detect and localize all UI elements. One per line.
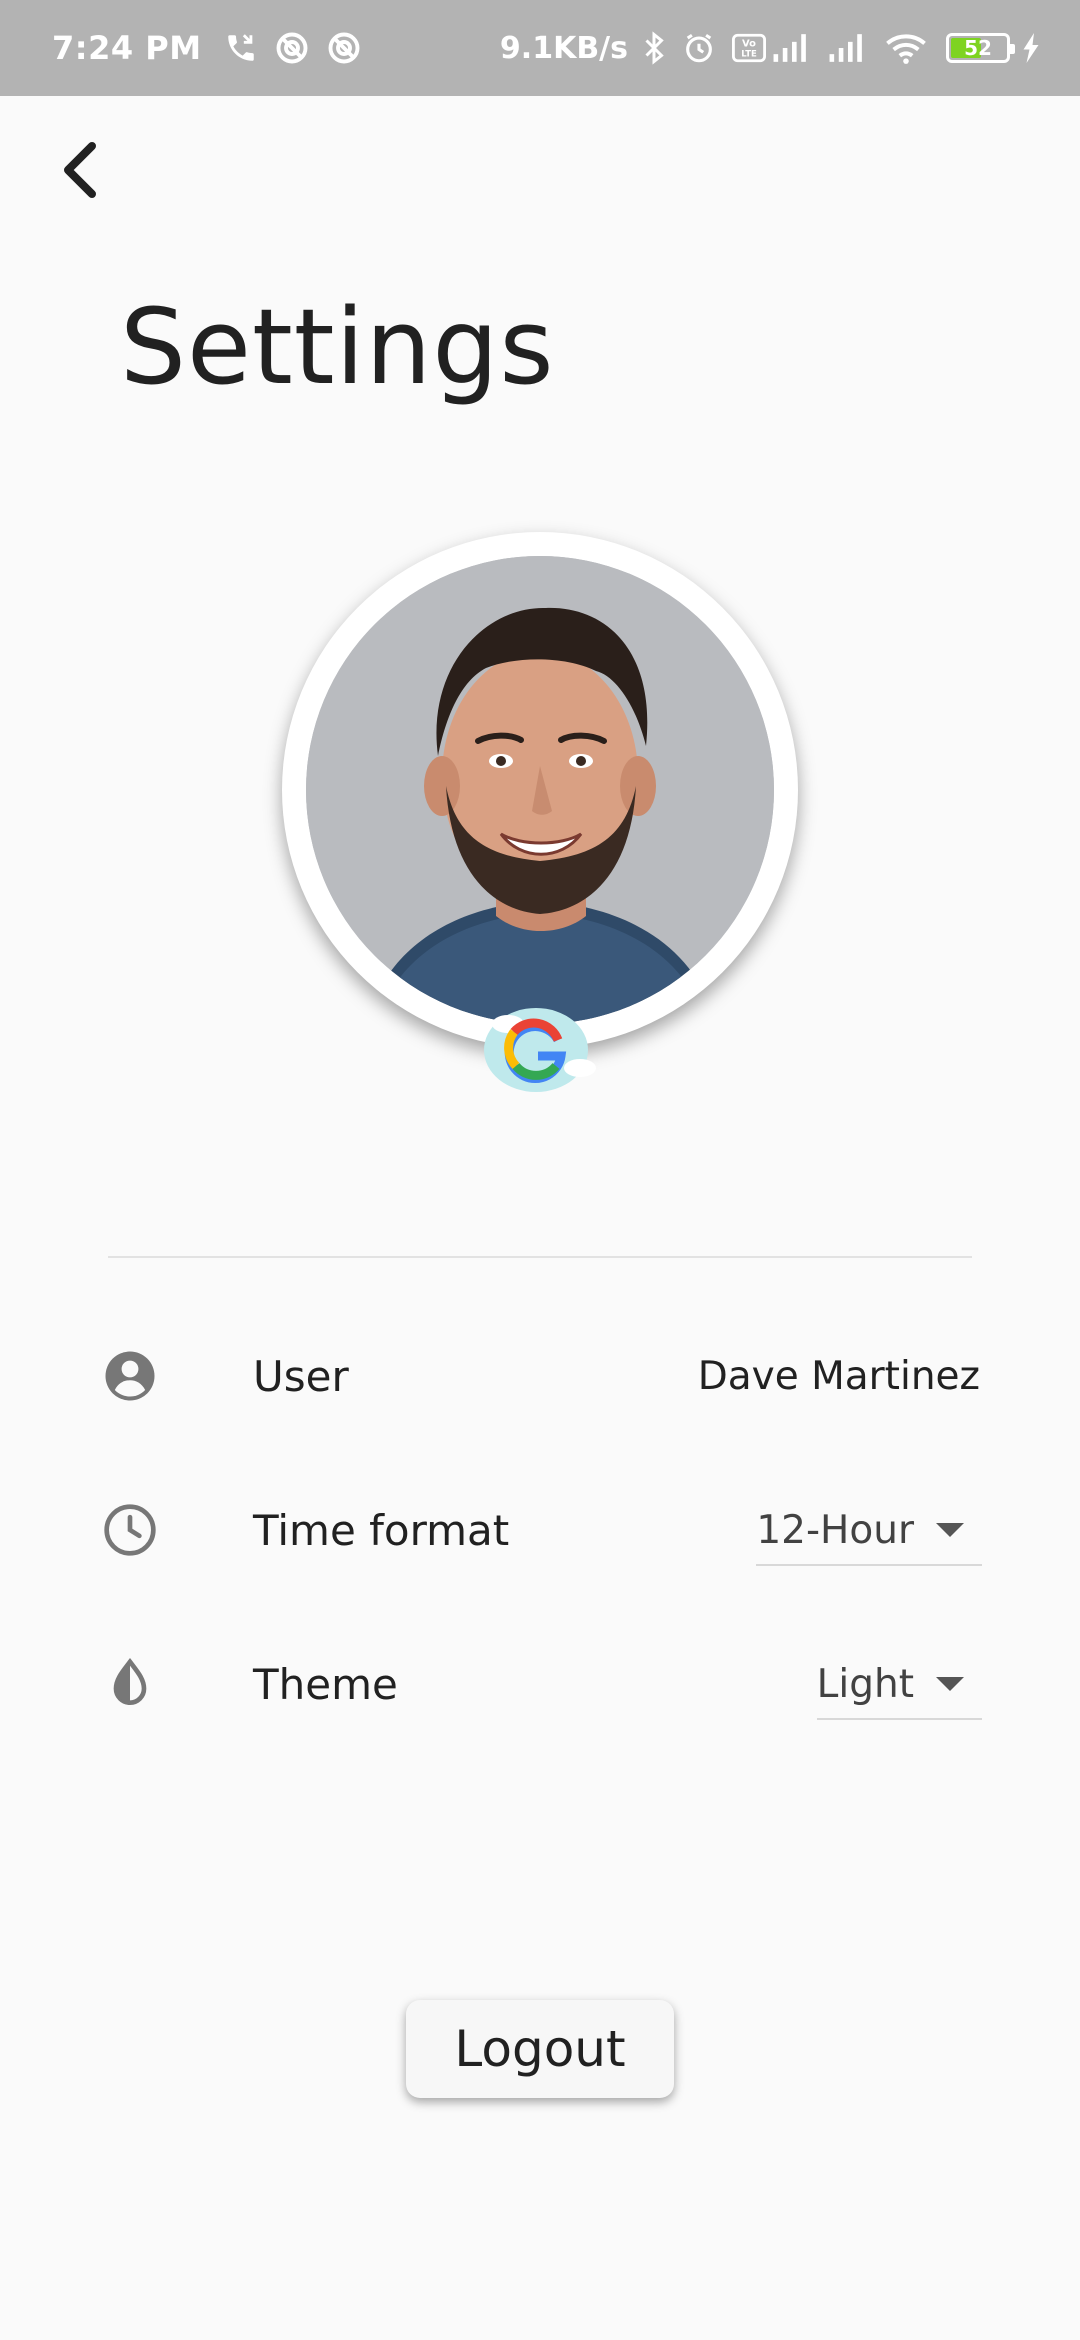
user-value: Dave Martinez xyxy=(697,1354,980,1399)
status-left: 7:24 PM xyxy=(52,29,362,67)
status-right: 9.1KB/s Vo LTE 52 xyxy=(500,30,1040,66)
signal-icon xyxy=(772,32,812,64)
theme-label: Theme xyxy=(253,1660,398,1709)
time-format-dropdown[interactable]: 12-Hour xyxy=(756,1496,982,1566)
person-portrait-icon xyxy=(306,556,774,1024)
google-icon xyxy=(484,1008,596,1092)
setting-row-theme: Theme Light xyxy=(0,1628,1080,1738)
avatar-photo xyxy=(306,556,774,1024)
contrast-drop-icon xyxy=(113,1657,147,1705)
missed-call-icon xyxy=(224,31,258,65)
sync-icon xyxy=(274,30,310,66)
status-time: 7:24 PM xyxy=(52,29,202,67)
divider xyxy=(108,1256,972,1258)
page-title: Settings xyxy=(120,286,555,408)
setting-row-user: User Dave Martinez xyxy=(0,1320,1080,1430)
google-badge xyxy=(478,996,602,1096)
dropdown-arrow-icon xyxy=(936,1523,964,1537)
logout-button[interactable]: Logout xyxy=(406,2000,674,2098)
status-bar: 7:24 PM 9.1KB/s Vo LTE 52 xyxy=(0,0,1080,96)
svg-text:Vo: Vo xyxy=(742,39,756,50)
signal-icon xyxy=(828,32,868,64)
charging-icon xyxy=(1022,33,1040,63)
alarm-icon xyxy=(682,31,716,65)
theme-value: Light xyxy=(816,1661,914,1707)
bluetooth-icon xyxy=(642,30,666,66)
battery-level: 52 xyxy=(964,36,992,60)
back-button[interactable] xyxy=(44,134,116,206)
wifi-icon xyxy=(884,31,928,65)
account-circle-icon xyxy=(105,1351,155,1401)
user-label: User xyxy=(253,1352,349,1401)
time-format-value: 12-Hour xyxy=(756,1507,914,1553)
time-format-label: Time format xyxy=(253,1506,510,1555)
clock-icon xyxy=(104,1504,156,1556)
svg-text:LTE: LTE xyxy=(741,50,757,60)
avatar xyxy=(282,532,798,1048)
chevron-left-icon xyxy=(64,142,96,198)
net-speed: 9.1KB/s xyxy=(499,30,628,66)
theme-dropdown[interactable]: Light xyxy=(816,1650,982,1720)
setting-row-time-format: Time format 12-Hour xyxy=(0,1474,1080,1584)
volte-icon: Vo LTE xyxy=(732,33,766,63)
battery-icon: 52 xyxy=(946,33,1015,63)
sync-icon xyxy=(326,30,362,66)
dropdown-arrow-icon xyxy=(936,1677,964,1691)
